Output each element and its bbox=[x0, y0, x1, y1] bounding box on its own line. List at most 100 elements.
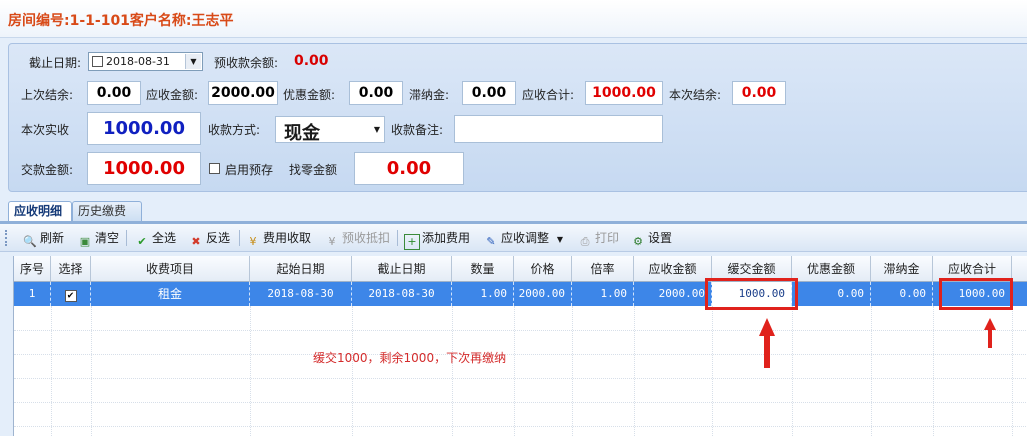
last-balance-field[interactable]: 0.00 bbox=[87, 81, 141, 105]
title-bar: 房间编号:1-1-101客户名称:王志平 bbox=[0, 0, 1027, 38]
fee-collect-button[interactable]: ¥ 费用收取 bbox=[245, 228, 312, 248]
payment-note-input[interactable] bbox=[454, 115, 663, 143]
late-fee-field[interactable]: 0.00 bbox=[462, 81, 516, 105]
coin-icon: ¥ bbox=[328, 235, 336, 248]
print-label: 打印 bbox=[595, 231, 620, 245]
current-balance-field[interactable]: 0.00 bbox=[732, 81, 786, 105]
prepaid-balance-value: 0.00 bbox=[294, 53, 329, 69]
edit-icon: ✎ bbox=[486, 235, 496, 248]
toolbar-separator bbox=[126, 230, 127, 246]
last-balance-label: 上次结余: bbox=[21, 88, 74, 102]
end-date-checkbox[interactable] bbox=[92, 56, 103, 67]
column-header[interactable]: 倍率 bbox=[572, 256, 634, 282]
clear-icon: ▣ bbox=[79, 235, 91, 248]
select-all-label: 全选 bbox=[152, 231, 177, 245]
payment-method-value: 现金 bbox=[284, 123, 320, 144]
grid-line bbox=[792, 306, 793, 436]
cross-icon: ✖ bbox=[191, 235, 201, 248]
invert-selection-button[interactable]: ✖ 反选 bbox=[188, 228, 230, 248]
discount-label: 优惠金额: bbox=[283, 88, 336, 102]
settings-label: 设置 bbox=[648, 231, 673, 245]
payment-note-label: 收款备注: bbox=[391, 123, 444, 137]
end-date-value: 2018-08-31 bbox=[106, 55, 170, 68]
grid-line bbox=[452, 306, 453, 436]
total-highlight-box bbox=[939, 278, 1013, 310]
toolbar-separator bbox=[239, 230, 240, 246]
column-header[interactable]: 起始日期 bbox=[250, 256, 352, 282]
grid-line bbox=[14, 354, 1027, 355]
cell-select[interactable]: ✔ bbox=[51, 282, 91, 306]
column-header[interactable]: 价格 bbox=[514, 256, 572, 282]
payment-method-select[interactable]: 现金 ▼ bbox=[275, 116, 385, 144]
chevron-down-icon[interactable]: ▼ bbox=[557, 235, 563, 244]
column-header[interactable]: 优惠金额 bbox=[792, 256, 871, 282]
receivable-table: 序号 选择 收费项目 起始日期 截止日期 数量 价格 倍率 应收金额 缓交金额 … bbox=[13, 256, 1027, 436]
grid-line bbox=[712, 306, 713, 436]
cell-rate: 1.00 bbox=[572, 282, 634, 306]
prepaid-offset-button[interactable]: ¥ 预收抵扣 bbox=[324, 228, 391, 248]
actual-received-field[interactable]: 1000.00 bbox=[87, 112, 201, 145]
paid-amount-field[interactable]: 1000.00 bbox=[87, 152, 201, 185]
select-all-button[interactable]: ✔ 全选 bbox=[134, 228, 176, 248]
end-date-picker[interactable]: 2018-08-31 ▼ bbox=[88, 52, 203, 71]
column-header[interactable]: 截止日期 bbox=[352, 256, 452, 282]
total-receivable-field[interactable]: 1000.00 bbox=[585, 81, 663, 105]
adjust-receivable-button[interactable]: ✎ 应收调整 ▼ bbox=[483, 228, 563, 248]
refresh-button[interactable]: 🔍 刷新 bbox=[22, 228, 64, 248]
cell-discount: 0.00 bbox=[792, 282, 871, 306]
discount-field[interactable]: 0.00 bbox=[349, 81, 403, 105]
current-balance-label: 本次结余: bbox=[669, 88, 722, 102]
chevron-down-icon[interactable]: ▼ bbox=[185, 54, 201, 69]
column-header[interactable]: 应收金额 bbox=[634, 256, 712, 282]
cell-end-date: 2018-08-30 bbox=[352, 282, 452, 306]
grid-line bbox=[514, 306, 515, 436]
chevron-down-icon[interactable]: ▼ bbox=[370, 117, 384, 142]
tab-payment-history[interactable]: 历史缴费 bbox=[72, 201, 142, 221]
paid-amount-label: 交款金额: bbox=[21, 163, 74, 177]
row-checkbox[interactable]: ✔ bbox=[64, 290, 77, 302]
grid-line bbox=[14, 426, 1027, 427]
late-fee-label: 滞纳金: bbox=[409, 88, 450, 102]
cell-quantity: 1.00 bbox=[452, 282, 514, 306]
coin-icon: ¥ bbox=[249, 235, 257, 248]
receivable-label: 应收金额: bbox=[146, 88, 199, 102]
cell-item: 租金 bbox=[91, 282, 250, 306]
table-header: 序号 选择 收费项目 起始日期 截止日期 数量 价格 倍率 应收金额 缓交金额 … bbox=[14, 256, 1027, 282]
grid-line bbox=[14, 330, 1027, 331]
tab-receivable-detail[interactable]: 应收明细 bbox=[8, 201, 72, 221]
column-header[interactable]: 数量 bbox=[452, 256, 514, 282]
grid-line bbox=[91, 306, 92, 436]
column-header[interactable]: 选择 bbox=[51, 256, 91, 282]
column-header[interactable]: 滞纳金 bbox=[871, 256, 933, 282]
change-field[interactable]: 0.00 bbox=[354, 152, 464, 185]
settings-icon: ⚙ bbox=[633, 235, 643, 248]
add-icon: + bbox=[404, 234, 420, 250]
toolbar-separator bbox=[397, 230, 398, 246]
payment-method-label: 收款方式: bbox=[208, 123, 261, 137]
column-header[interactable]: 序号 bbox=[14, 256, 51, 282]
enable-prepaid-checkbox[interactable] bbox=[209, 163, 220, 174]
grid-line bbox=[51, 306, 52, 436]
check-icon: ✔ bbox=[137, 235, 147, 248]
prepaid-balance-label: 预收款余额: bbox=[214, 56, 279, 70]
fee-collect-label: 费用收取 bbox=[263, 231, 312, 245]
grid-line bbox=[250, 306, 251, 436]
add-fee-button[interactable]: + 添加费用 bbox=[404, 228, 470, 250]
annotation-note: 缓交1000，剩余1000，下次再缴纳 bbox=[313, 351, 507, 365]
grid-line bbox=[14, 378, 1027, 379]
column-header[interactable]: 收费项目 bbox=[91, 256, 250, 282]
toolbar: 🔍 刷新 ▣ 清空 ✔ 全选 ✖ 反选 ¥ 费用收取 ¥ 预收抵扣 + 添加费用 ✎ 应收调整 … bbox=[0, 224, 1027, 252]
grid-line bbox=[572, 306, 573, 436]
arrow-up-icon bbox=[984, 318, 996, 348]
clear-button[interactable]: ▣ 清空 bbox=[77, 228, 119, 248]
arrow-up-icon bbox=[759, 318, 775, 368]
settings-button[interactable]: ⚙ 设置 bbox=[630, 228, 672, 248]
print-button[interactable]: ⎙ 打印 bbox=[577, 228, 619, 248]
total-receivable-label: 应收合计: bbox=[522, 88, 575, 102]
prepaid-offset-label: 预收抵扣 bbox=[342, 231, 391, 245]
cell-index: 1 bbox=[14, 282, 51, 306]
cell-start-date: 2018-08-30 bbox=[250, 282, 352, 306]
table-row[interactable]: 1 ✔ 租金 2018-08-30 2018-08-30 1.00 2000.0… bbox=[14, 282, 1027, 306]
receivable-field[interactable]: 2000.00 bbox=[208, 81, 278, 105]
toolbar-grip[interactable] bbox=[5, 230, 8, 246]
